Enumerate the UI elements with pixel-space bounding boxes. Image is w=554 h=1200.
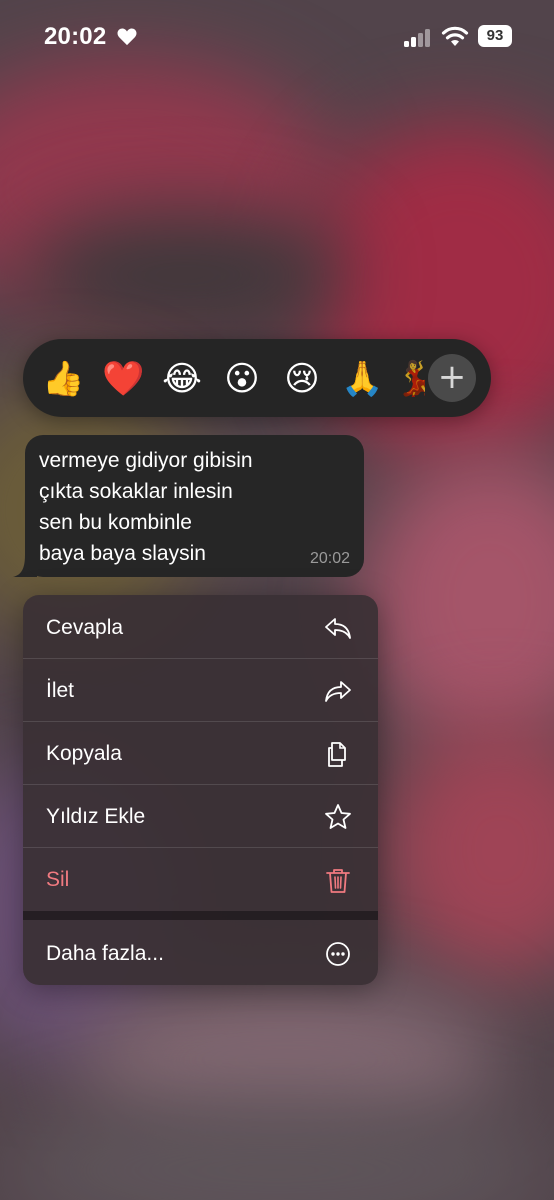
reaction-crying[interactable]: 😢 [281,358,323,400]
trash-icon [326,869,350,893]
more-icon [326,942,350,966]
menu-item-label: Sil [46,868,70,891]
menu-item-reply[interactable]: Cevapla [23,596,378,659]
menu-item-label: Daha fazla... [46,942,164,965]
menu-item-forward[interactable]: İlet [23,659,378,722]
message-line: sen bu kombinle [39,511,192,534]
menu-item-more[interactable]: Daha fazla... [23,922,378,985]
menu-item-delete[interactable]: Sil [23,848,378,911]
menu-item-label: Yıldız Ekle [46,805,146,828]
reaction-laughing[interactable]: 😂 [161,358,203,400]
message-bubble: vermeye gidiyor gibisin çıkta sokaklar i… [25,435,364,577]
star-icon [325,804,351,829]
reaction-heart[interactable]: ❤️ [102,358,144,400]
message-timestamp: 20:02 [309,550,350,567]
reaction-bar: 👍 ❤️ 😂 😮 😢 🙏 💃 + [23,339,491,417]
heart-icon [117,28,137,46]
menu-item-copy[interactable]: Kopyala [23,722,378,785]
reaction-thumbs-up[interactable]: 👍 [42,358,84,400]
reply-icon [325,618,351,639]
wifi-icon [441,26,469,46]
message-line: baya baya slaysin [39,542,206,565]
reaction-surprised[interactable]: 😮 [221,358,263,400]
forward-icon [325,681,351,702]
reaction-praying[interactable]: 🙏 [341,358,383,400]
menu-item-label: Kopyala [46,742,122,765]
battery-indicator: 93 [478,25,512,47]
menu-item-label: Cevapla [46,616,124,639]
status-bar: 20:02 93 [0,0,554,72]
message-context-menu: Cevapla İlet Kopyala Yıldız Ekle Sil Dah… [23,595,378,985]
more-reactions-button[interactable]: + [428,354,476,402]
copy-icon [328,742,346,767]
status-time: 20:02 [44,23,107,50]
message-line: vermeye gidiyor gibisin [39,449,253,472]
cellular-signal-icon [404,27,434,47]
reaction-dancer[interactable]: 💃 [395,358,425,400]
message-line: çıkta sokaklar inlesin [39,480,233,503]
menu-section-divider [23,911,378,920]
menu-item-label: İlet [46,679,75,702]
menu-item-star[interactable]: Yıldız Ekle [23,785,378,848]
